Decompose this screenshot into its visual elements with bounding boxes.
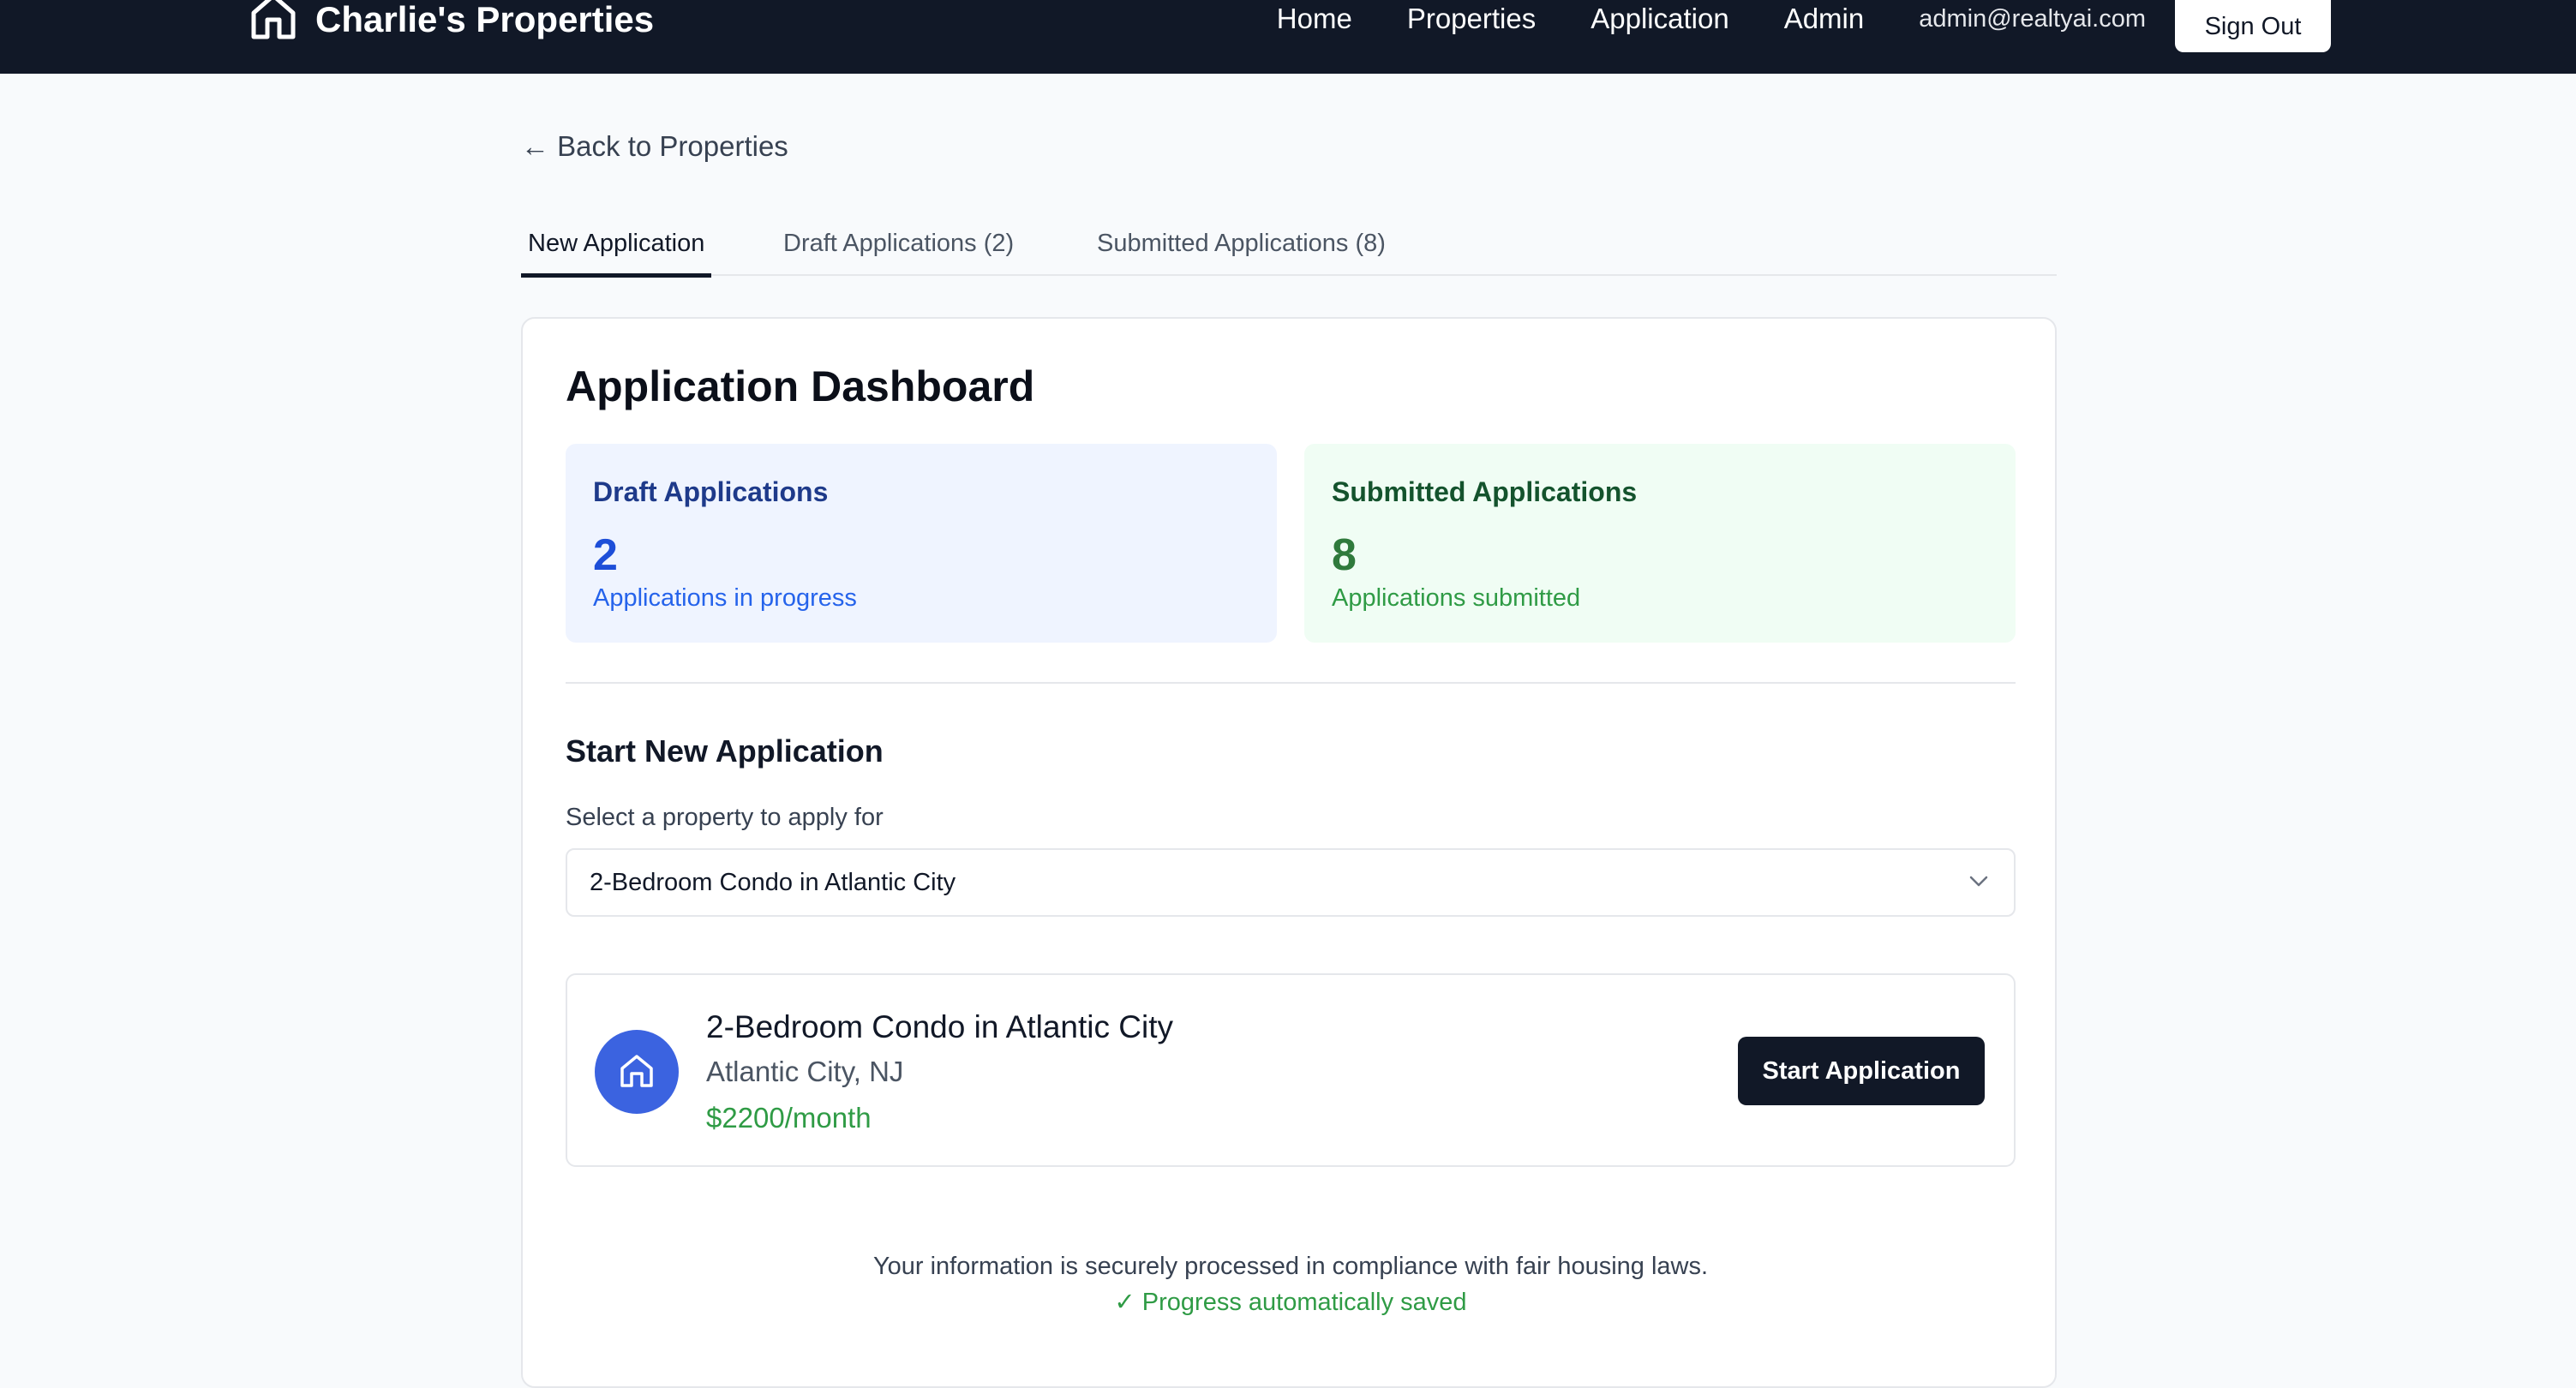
property-location: Atlantic City, NJ xyxy=(706,1056,904,1087)
stat-label: Draft Applications xyxy=(593,476,829,507)
page-title: Application Dashboard xyxy=(566,362,1035,410)
property-name: 2-Bedroom Condo in Atlantic City xyxy=(706,1009,1173,1044)
divider xyxy=(566,682,2016,684)
security-note: Your information is securely processed i… xyxy=(872,1253,1709,1280)
property-price: $2200/month xyxy=(706,1102,872,1134)
application-dashboard-card: Application Dashboard Draft Applications… xyxy=(521,317,2057,1388)
selected-property: 2-Bedroom Condo in Atlantic City xyxy=(590,869,956,896)
property-select-label: Select a property to apply for xyxy=(566,804,884,831)
home-icon xyxy=(620,1055,653,1087)
back-to-properties-link[interactable]: ← Back to Properties xyxy=(521,130,788,163)
home-icon xyxy=(251,0,296,39)
tab-submitted-applications[interactable]: Submitted Applications (8) xyxy=(1097,226,1386,274)
stat-count: 8 xyxy=(1332,530,1357,580)
tab-new-application[interactable]: New Application xyxy=(521,226,712,278)
property-avatar xyxy=(595,1030,679,1114)
top-navbar: Charlie's Properties Home Properties App… xyxy=(0,0,2576,74)
stat-label: Submitted Applications xyxy=(1332,476,1638,507)
brand-name: Charlie's Properties xyxy=(315,0,655,39)
nav-admin[interactable]: Admin xyxy=(1784,0,1865,39)
sign-out-button[interactable]: Sign Out xyxy=(2175,0,2331,52)
main-nav: Home Properties Application Admin admin@… xyxy=(1277,0,2331,53)
start-application-button[interactable]: Start Application xyxy=(1738,1037,1985,1105)
submitted-applications-stat: Submitted Applications 8 Applications su… xyxy=(1304,444,2016,643)
stat-description: Applications in progress xyxy=(593,584,857,612)
brand[interactable]: Charlie's Properties xyxy=(249,0,654,39)
chevron-down-icon xyxy=(1969,876,1988,887)
nav-home[interactable]: Home xyxy=(1277,0,1352,39)
section-title: Start New Application xyxy=(566,733,884,769)
nav-application[interactable]: Application xyxy=(1591,0,1728,39)
property-select[interactable]: 2-Bedroom Condo in Atlantic City xyxy=(566,848,2016,917)
application-tabs: New Application Draft Applications (2) S… xyxy=(521,216,2057,278)
tab-draft-applications[interactable]: Draft Applications (2) xyxy=(783,226,1014,274)
selected-property-card: 2-Bedroom Condo in Atlantic City Atlanti… xyxy=(566,973,2016,1167)
draft-applications-stat: Draft Applications 2 Applications in pro… xyxy=(566,444,1277,643)
stat-count: 2 xyxy=(593,530,618,580)
autosave-status: ✓ Progress automatically saved xyxy=(1114,1289,1467,1316)
stat-description: Applications submitted xyxy=(1332,584,1581,612)
nav-properties[interactable]: Properties xyxy=(1407,0,1536,39)
user-email: admin@realtyai.com xyxy=(1919,5,2146,33)
